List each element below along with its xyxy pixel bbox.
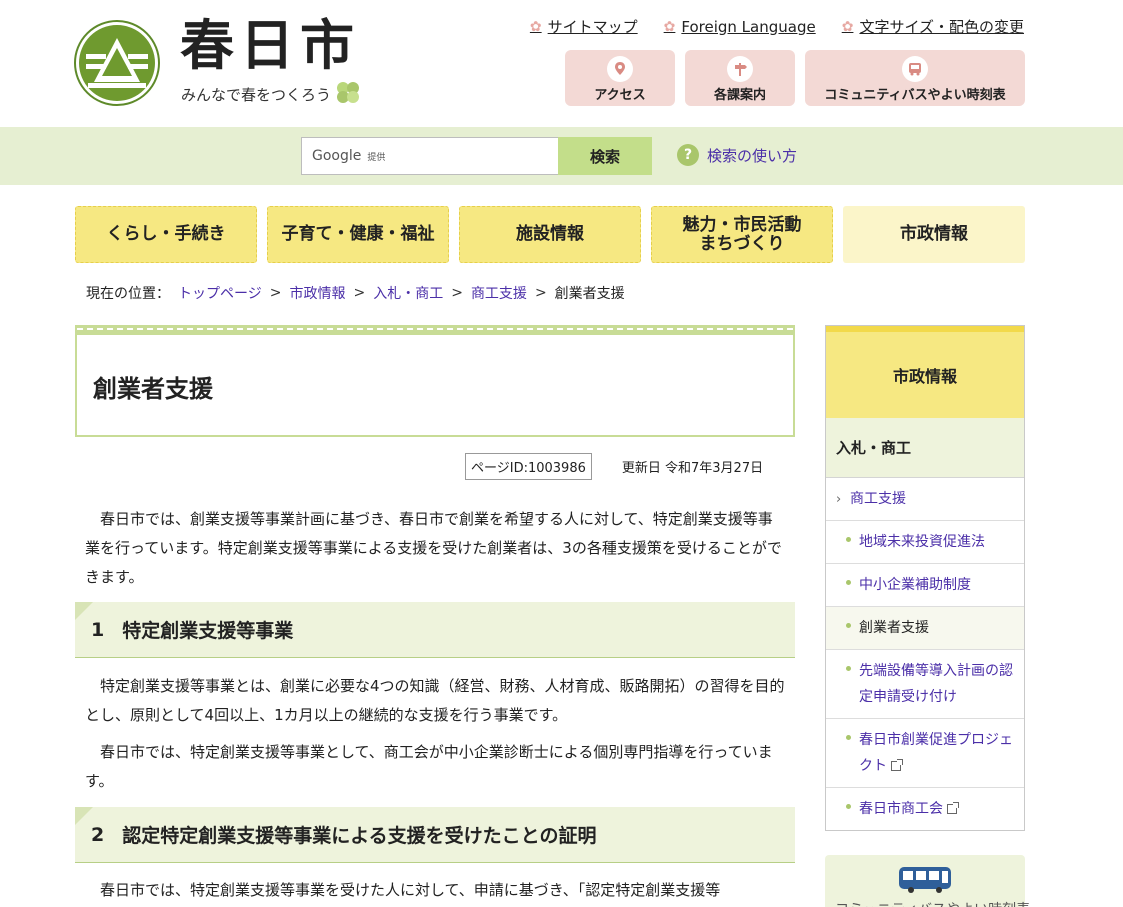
- utility-links: ✿ サイトマップ ✿ Foreign Language ✿ 文字サイズ・配色の変更: [530, 16, 1024, 37]
- sidebar-item: 先端設備等導入計画の認定申請受け付け: [826, 650, 1024, 719]
- sidebar-link[interactable]: 商工支援: [850, 491, 906, 507]
- breadcrumb-sep: >: [353, 285, 366, 301]
- map-pin-icon: [607, 56, 633, 82]
- bullet-icon: [846, 537, 851, 542]
- section-number: 2: [91, 823, 105, 846]
- page-title-box: 創業者支援: [75, 325, 795, 437]
- updated-date: 更新日 令和7年3月27日: [621, 461, 764, 476]
- city-logo-icon[interactable]: [74, 20, 160, 106]
- clover-icon: [337, 82, 359, 103]
- nav-attractions[interactable]: 魅力・市民活動 まちづくり: [651, 206, 833, 263]
- breadcrumb-current: 創業者支援: [554, 286, 625, 302]
- bus-timetable-banner[interactable]: コミュニティバスやよい時刻表: [825, 855, 1030, 907]
- section-heading: 2 認定特定創業支援等事業による支援を受けたことの証明: [75, 807, 795, 863]
- sidebar-item: 春日市創業促進プロジェクト: [826, 719, 1024, 788]
- section-paragraph: 春日市では、特定創業支援等事業として、商工会が中小企業診断士による個別専門指導を…: [85, 743, 773, 790]
- access-button[interactable]: アクセス: [565, 50, 675, 106]
- font-size-color-link[interactable]: ✿ 文字サイズ・配色の変更: [842, 16, 1024, 37]
- google-label: Google: [312, 148, 362, 164]
- section-paragraph: 特定創業支援等事業とは、創業に必要な4つの知識（経営、財務、人材育成、販路開拓）…: [85, 677, 785, 724]
- sidebar-nav: 市政情報 入札・商工 › 商工支援 地域未来投資促進法 中小企業補助制度 創業者…: [825, 325, 1025, 831]
- site-tagline: みんなで春をつくろう: [181, 86, 332, 104]
- nav-city-admin[interactable]: 市政情報: [843, 206, 1025, 263]
- sidebar-sub-link[interactable]: 入札・商工: [836, 437, 911, 458]
- search-input[interactable]: Google 提供: [301, 137, 559, 175]
- breadcrumb: 現在の位置： トップページ > 市政情報 > 入札・商工 > 商工支援 > 創業…: [86, 283, 625, 303]
- nav-living[interactable]: くらし・手続き: [75, 206, 257, 263]
- breadcrumb-link-admin[interactable]: 市政情報: [289, 283, 345, 303]
- breadcrumb-label: 現在の位置：: [86, 286, 170, 302]
- sidebar-link[interactable]: 中小企業補助制度: [859, 577, 971, 593]
- external-link-icon: [891, 759, 903, 771]
- corner-decoration: [75, 807, 93, 825]
- section-number: 1: [91, 618, 105, 641]
- question-icon: ?: [677, 144, 699, 166]
- bullet-icon: [846, 666, 851, 671]
- department-guide-button[interactable]: 各課案内: [685, 50, 795, 106]
- sidebar-link[interactable]: 春日市創業促進プロジェクト: [859, 732, 1013, 774]
- bus-icon: [899, 867, 951, 893]
- sidebar-subheader: 入札・商工: [826, 418, 1024, 478]
- bus-timetable-label: コミュニティバスやよい時刻表: [835, 899, 1030, 907]
- sitemap-link[interactable]: ✿ サイトマップ: [530, 16, 638, 37]
- bullet-icon: [846, 735, 851, 740]
- section-title: 特定創業支援等事業: [122, 620, 294, 642]
- bullet-icon: [846, 623, 851, 628]
- section-paragraph: 春日市では、特定創業支援等事業を受けた人に対して、申請に基づき、「認定特定創業支…: [100, 881, 721, 899]
- site-header: 春日市 みんなで春をつくろう ✿ サイトマップ ✿ Foreign Language…: [0, 0, 1123, 127]
- search-help-link[interactable]: 検索の使い方: [707, 145, 797, 166]
- sidebar-link[interactable]: 地域未来投資促進法: [859, 534, 985, 550]
- quick-buttons: アクセス 各課案内 コミュニティバスやよい時刻表: [565, 50, 1025, 106]
- search-help: ? 検索の使い方: [677, 144, 797, 166]
- page-meta: ページID:1003986 更新日 令和7年3月27日: [465, 453, 763, 480]
- search-band: Google 提供 検索 ? 検索の使い方: [0, 127, 1123, 185]
- breadcrumb-sep: >: [534, 285, 547, 301]
- global-nav: くらし・手続き 子育て・健康・福祉 施設情報 魅力・市民活動 まちづくり 市政情…: [75, 206, 1025, 263]
- site-title[interactable]: 春日市: [180, 14, 360, 78]
- page-id: ページID:1003986: [465, 453, 592, 480]
- bus-icon: [902, 56, 928, 82]
- sidebar-link[interactable]: 先端設備等導入計画の認定申請受け付け: [859, 663, 1013, 705]
- section-title: 認定特定創業支援等事業による支援を受けたことの証明: [122, 825, 597, 847]
- provided-label: 提供: [367, 152, 386, 163]
- sidebar-link[interactable]: 春日市商工会: [859, 801, 943, 817]
- sidebar-item: 春日市商工会: [826, 788, 1024, 830]
- foreign-language-link[interactable]: ✿ Foreign Language: [664, 16, 816, 37]
- breadcrumb-sep: >: [451, 285, 463, 301]
- sidebar-header: 市政情報: [826, 326, 1024, 418]
- chevron-right-icon: ›: [836, 492, 842, 507]
- search-button[interactable]: 検索: [558, 137, 652, 175]
- corner-decoration: [75, 602, 93, 620]
- flower-icon: ✿: [841, 18, 854, 35]
- sidebar-item-commerce-support: › 商工支援: [826, 478, 1024, 521]
- external-link-icon: [947, 802, 959, 814]
- sidebar-head-link[interactable]: 市政情報: [893, 363, 957, 387]
- flower-icon: ✿: [663, 18, 676, 35]
- sidebar-item: 地域未来投資促進法: [826, 521, 1024, 564]
- breadcrumb-link-bidding[interactable]: 入札・商工: [373, 283, 443, 303]
- sidebar-current-label: 創業者支援: [859, 620, 929, 636]
- flower-icon: ✿: [529, 18, 542, 35]
- signpost-icon: [727, 56, 753, 82]
- intro-paragraph: 春日市では、創業支援等事業計画に基づき、春日市で創業を希望する人に対して、特定創…: [85, 510, 782, 586]
- section-heading: 1 特定創業支援等事業: [75, 602, 795, 658]
- nav-facilities[interactable]: 施設情報: [459, 206, 641, 263]
- nav-childcare-health[interactable]: 子育て・健康・福祉: [267, 206, 449, 263]
- breadcrumb-link-commerce[interactable]: 商工支援: [471, 283, 527, 303]
- breadcrumb-sep: >: [269, 285, 282, 301]
- community-bus-button[interactable]: コミュニティバスやよい時刻表: [805, 50, 1025, 106]
- sidebar-item: 中小企業補助制度: [826, 564, 1024, 607]
- bullet-icon: [846, 580, 851, 585]
- page-title: 創業者支援: [93, 375, 213, 403]
- sidebar-item-current: 創業者支援: [826, 607, 1024, 650]
- breadcrumb-link-top[interactable]: トップページ: [178, 283, 262, 303]
- bullet-icon: [846, 804, 851, 809]
